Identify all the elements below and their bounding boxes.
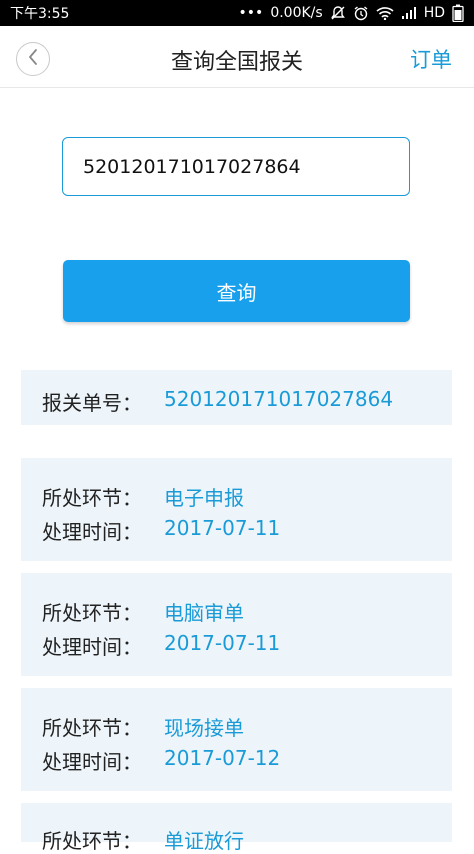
status-time: 下午3:55 xyxy=(10,6,70,22)
declaration-number-label: 报关单号： xyxy=(42,391,142,415)
network-speed: 0.00K/s xyxy=(270,5,323,21)
time-value: 2017-07-11 xyxy=(164,516,281,540)
time-label: 处理时间： xyxy=(42,635,142,659)
stage-label: 所处环节： xyxy=(42,829,142,853)
declaration-number-card: 报关单号： 520120171017027864 xyxy=(21,370,452,425)
time-row: 处理时间： 2017-07-11 xyxy=(42,516,280,545)
status-record-card: 所处环节： 现场接单 处理时间： 2017-07-12 xyxy=(21,688,452,791)
declaration-number-input[interactable] xyxy=(62,137,410,196)
stage-row: 所处环节： 电子申报 xyxy=(42,482,244,511)
status-bar: 下午3:55 ••• 0.00K/s HD xyxy=(0,0,474,26)
stage-row: 所处环节： 现场接单 xyxy=(42,712,244,741)
time-value: 2017-07-11 xyxy=(164,631,281,655)
page-title: 查询全国报关 xyxy=(170,50,303,75)
time-label: 处理时间： xyxy=(42,520,142,544)
status-record-card: 所处环节： 单证放行 xyxy=(21,803,452,853)
stage-row: 所处环节： 单证放行 xyxy=(42,825,244,854)
query-button[interactable]: 查询 xyxy=(63,260,410,322)
stage-value: 电子申报 xyxy=(164,486,244,510)
time-row: 处理时间： 2017-07-12 xyxy=(42,746,280,775)
alarm-icon xyxy=(353,5,369,21)
status-icons: ••• 0.00K/s HD xyxy=(239,4,464,22)
wifi-icon xyxy=(376,6,394,20)
nav-bar: 查询全国报关 订单 xyxy=(0,26,474,88)
stage-label: 所处环节： xyxy=(42,486,142,510)
status-dots: ••• xyxy=(238,5,264,21)
stage-value: 现场接单 xyxy=(164,716,244,740)
stage-value: 电脑审单 xyxy=(164,601,244,625)
silent-icon xyxy=(330,5,346,21)
stage-row: 所处环节： 电脑审单 xyxy=(42,597,244,626)
declaration-number-value: 520120171017027864 xyxy=(164,387,394,411)
status-record-card: 所处环节： 电子申报 处理时间： 2017-07-11 xyxy=(21,458,452,561)
time-row: 处理时间： 2017-07-11 xyxy=(42,631,280,660)
status-record-card: 所处环节： 电脑审单 处理时间： 2017-07-11 xyxy=(21,573,452,676)
time-label: 处理时间： xyxy=(42,750,142,774)
network-type: HD xyxy=(423,5,445,21)
battery-icon xyxy=(452,4,464,22)
time-value: 2017-07-12 xyxy=(164,746,281,770)
signal-icon xyxy=(401,6,417,20)
declaration-number-row: 报关单号： 520120171017027864 xyxy=(42,387,393,416)
stage-label: 所处环节： xyxy=(42,716,142,740)
orders-link[interactable]: 订单 xyxy=(410,44,452,74)
stage-label: 所处环节： xyxy=(42,601,142,625)
stage-value: 单证放行 xyxy=(164,829,244,853)
